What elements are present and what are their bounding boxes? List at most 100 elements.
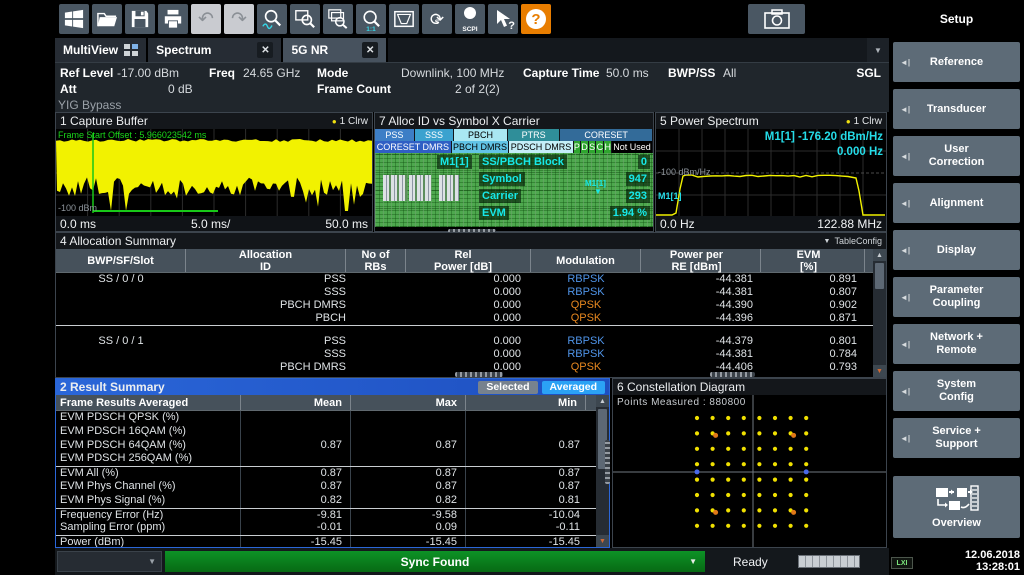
scpi-button[interactable]: SCPI <box>455 4 485 34</box>
alloc-resource-grid[interactable]: M1[1] SS/PBCH Block 0 Symbol 947 Carrier… <box>375 153 653 227</box>
trace-color-icon: ● <box>332 117 337 126</box>
close-icon[interactable]: ✕ <box>362 42 378 58</box>
open-file-button[interactable] <box>92 4 122 34</box>
softkey-service-support[interactable]: ◄|Service + Support <box>893 418 1020 458</box>
help-button[interactable]: ? <box>521 4 551 34</box>
cell-allocation-id: PSS <box>186 273 346 286</box>
selected-toggle-button[interactable]: Selected <box>478 381 537 394</box>
cell-slot <box>56 348 186 361</box>
cell-evm: 0.801 <box>761 335 865 348</box>
column-header: Min <box>466 395 586 410</box>
cell-evm: 0.807 <box>761 286 865 299</box>
display-config-button[interactable] <box>389 4 419 34</box>
overview-button[interactable]: Overview <box>893 476 1020 538</box>
scpi-dot-icon <box>464 7 476 19</box>
result-summary-title-bar[interactable]: 2 Result Summary Selected Averaged <box>56 379 609 395</box>
result-table-body: EVM PDSCH QPSK (%)EVM PDSCH 16QAM (%)EVM… <box>56 411 596 547</box>
cell-power-re: -44.381 <box>641 286 761 299</box>
allocation-summary-title-bar[interactable]: 4 Allocation Summary ▼ TableConfig <box>56 233 886 249</box>
softkey-reference[interactable]: ◄|Reference <box>893 42 1020 82</box>
tab-spectrum-label: Spectrum <box>156 43 211 57</box>
cell-min <box>466 411 586 425</box>
table-config-menu[interactable]: ▼ TableConfig <box>824 236 882 246</box>
splitter-handle[interactable] <box>710 372 755 377</box>
table-row: EVM PDSCH 16QAM (%) <box>56 425 596 439</box>
cell-mean: 0.87 <box>241 467 351 480</box>
cell-no-rbs <box>346 299 406 312</box>
cell-metric: Power (dBm) <box>56 536 241 547</box>
splitter-handle[interactable] <box>455 372 503 377</box>
softkey-parameter-coupling[interactable]: ◄|Parameter Coupling <box>893 277 1020 317</box>
cell-modulation: QPSK <box>531 361 641 374</box>
power-spectrum-plot[interactable]: M1[1] -176.20 dBm/Hz 0.000 Hz -100 dBm/H… <box>656 129 886 216</box>
zoom-window-icon <box>294 8 316 30</box>
softkey-alignment[interactable]: ◄|Alignment <box>893 183 1020 223</box>
tab-5g-nr[interactable]: 5G NR ✕ <box>283 38 388 62</box>
zoom-window-button[interactable] <box>290 4 320 34</box>
scroll-up-icon[interactable]: ▲ <box>596 395 609 407</box>
column-header: Rel Power [dB] <box>406 249 531 272</box>
scroll-thumb[interactable] <box>875 263 884 289</box>
date-value: 12.06.2018 <box>965 549 1020 561</box>
softkey-transducer[interactable]: ◄|Transducer <box>893 89 1020 129</box>
column-header: No of RBs <box>346 249 406 272</box>
undo-button[interactable]: ↶ <box>191 4 221 34</box>
close-icon[interactable]: ✕ <box>257 42 273 58</box>
power-spectrum-x-axis: 0.0 Hz 122.88 MHz <box>656 216 886 231</box>
legend-item-coreset-dmrs: CORESET DMRS <box>375 141 452 153</box>
cell-slot: SS / 0 / 0 <box>56 273 186 286</box>
cell-power-re: -44.381 <box>641 348 761 361</box>
marker-symbol-value: 947 <box>626 172 650 186</box>
sync-status-dropdown[interactable]: Sync Found ▼ <box>165 551 705 572</box>
softkey-display[interactable]: ◄|Display <box>893 230 1020 270</box>
mode-value: Downlink, 100 MHz <box>401 66 504 80</box>
redo-button[interactable]: ↷ <box>224 4 254 34</box>
scroll-down-icon[interactable]: ▼ <box>596 535 609 547</box>
capture-buffer-title-bar[interactable]: 1 Capture Buffer ● 1 Clrw <box>56 113 372 129</box>
legend-item-pss: PSS <box>375 129 415 141</box>
x-start: 0.0 ms <box>60 217 96 231</box>
scroll-down-icon[interactable]: ▼ <box>873 365 886 377</box>
cell-allocation-id: SSS <box>186 348 346 361</box>
save-button[interactable] <box>125 4 155 34</box>
allocation-scrollbar[interactable]: ▲ ▼ <box>873 249 886 377</box>
cell-mean: 0.87 <box>241 480 351 494</box>
ready-status: Ready <box>733 555 768 569</box>
result-table-header: Frame Results AveragedMeanMaxMin <box>56 395 596 411</box>
screenshot-button[interactable] <box>748 4 805 34</box>
alloc-id-title-bar[interactable]: 7 Alloc ID vs Symbol X Carrier <box>375 113 653 129</box>
tab-multiview[interactable]: MultiView <box>55 38 148 62</box>
tab-list-dropdown[interactable]: ▼ <box>867 38 889 62</box>
context-help-button[interactable]: ? <box>488 4 518 34</box>
zoom-1to1-button[interactable]: 1:1 <box>356 4 386 34</box>
print-button[interactable] <box>158 4 188 34</box>
legend-item-not-used: Not Used <box>612 141 653 153</box>
zoom-trace-button[interactable] <box>257 4 287 34</box>
softkey-user-correction[interactable]: ◄|User Correction <box>893 136 1020 176</box>
sync-measure-button[interactable]: ⟳ s <box>422 4 452 34</box>
softkey-system-config[interactable]: ◄|System Config <box>893 371 1020 411</box>
softkey-network-remote[interactable]: ◄|Network + Remote <box>893 324 1020 364</box>
power-spectrum-title-bar[interactable]: 5 Power Spectrum ● 1 Clrw <box>656 113 886 129</box>
capture-buffer-plot[interactable]: Frame Start Offset : 5.966023542 ms -100… <box>56 129 372 216</box>
multi-zoom-button[interactable] <box>323 4 353 34</box>
save-icon <box>130 9 150 29</box>
cell-metric: EVM PDSCH 256QAM (%) <box>56 452 241 466</box>
scroll-up-icon[interactable]: ▲ <box>873 249 886 261</box>
legend-item-coreset: CORESET <box>560 129 653 141</box>
constellation-title-bar[interactable]: 6 Constellation Diagram <box>613 379 886 395</box>
progress-bar <box>798 555 860 568</box>
open-dialog-icon: ◄| <box>900 244 910 257</box>
tab-spectrum[interactable]: Spectrum ✕ <box>148 38 283 62</box>
measurement-header[interactable]: Ref Level -17.00 dBm Freq 24.65 GHz Mode… <box>55 62 889 112</box>
averaged-toggle-button[interactable]: Averaged <box>542 381 605 394</box>
open-dialog-icon: ◄| <box>900 291 910 304</box>
chevron-down-icon: ▼ <box>148 557 156 566</box>
table-row: Frequency Error (Hz)-9.81-9.58-10.04 <box>56 508 596 522</box>
status-dropdown[interactable]: ▼ <box>57 551 162 572</box>
cell-max: 0.09 <box>351 521 466 535</box>
constellation-plot[interactable]: Points Measured : 880800 <box>613 395 886 547</box>
splitter-handle[interactable] <box>605 440 610 484</box>
windows-start-button[interactable] <box>59 4 89 34</box>
result-summary-panel: 2 Result Summary Selected Averaged Frame… <box>55 378 610 548</box>
